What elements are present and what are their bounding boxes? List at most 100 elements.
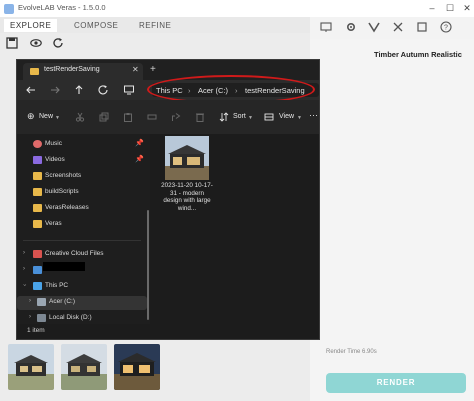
sidebar-item-veras[interactable]: Veras — [17, 218, 147, 232]
veras-toolbar — [0, 33, 80, 55]
sidebar-item-verasreleases[interactable]: VerasReleases — [17, 202, 147, 216]
music-folder-icon — [33, 140, 42, 148]
rename-icon[interactable] — [147, 112, 157, 122]
view-button[interactable]: View — [279, 113, 294, 120]
refresh-icon[interactable] — [97, 84, 109, 96]
save-icon[interactable] — [6, 37, 18, 49]
tab-explore[interactable]: EXPLORE — [4, 19, 58, 32]
close-tab-icon[interactable]: ✕ — [132, 65, 139, 74]
render-thumbnail[interactable] — [61, 344, 107, 390]
explorer-command-bar: ⊕ New ▼ Sort ▼ View ▼ ··· — [17, 100, 319, 135]
sort-icon — [219, 112, 229, 122]
cut-icon[interactable] — [75, 112, 85, 122]
eye-icon[interactable] — [30, 37, 42, 49]
divider — [23, 240, 141, 241]
render-time-label: Render Time 6.90s — [326, 349, 377, 355]
folder-icon — [30, 68, 39, 75]
folder-icon — [33, 188, 42, 196]
veras-logo-icon — [4, 4, 14, 14]
chevron-right-icon[interactable]: › — [23, 250, 25, 256]
new-button[interactable]: New — [39, 113, 53, 120]
maximize-icon[interactable]: ☐ — [443, 2, 457, 14]
render-thumbnail[interactable] — [114, 344, 160, 390]
file-thumbnail[interactable] — [165, 136, 209, 180]
this-pc-icon — [124, 85, 134, 95]
sidebar-item-label: Acer (C:) — [49, 298, 75, 305]
folder-icon — [33, 220, 42, 228]
status-bar: 1 item — [17, 324, 319, 339]
view-icon — [264, 113, 274, 121]
up-arrow-icon[interactable] — [73, 84, 85, 96]
sidebar-item-label: Videos — [45, 156, 65, 163]
render-thumbnail[interactable] — [8, 344, 54, 390]
render-button[interactable]: RENDER — [326, 373, 466, 393]
sidebar-item-label: buildScripts — [45, 188, 79, 195]
more-options-button[interactable]: ··· — [309, 110, 318, 120]
pin-icon[interactable]: 📌 — [135, 155, 144, 163]
sidebar-item-videos[interactable]: Videos 📌 — [17, 154, 147, 168]
file-list-pane: 2023-11-20 10-17-31 - modern design with… — [150, 134, 319, 324]
sidebar-item-buildscripts[interactable]: buildScripts — [17, 186, 147, 200]
folder-icon — [33, 204, 42, 212]
minimize-icon[interactable]: – — [425, 2, 439, 14]
veras-right-toolbar: ? — [310, 17, 474, 39]
file-name-label[interactable]: 2023-11-20 10-17-31 - modern design with… — [160, 182, 214, 212]
item-count: 1 item — [27, 327, 45, 334]
this-pc-icon — [33, 282, 42, 290]
sidebar-item-label: VerasReleases — [45, 204, 89, 211]
sidebar-item-acer-c[interactable]: › Acer (C:) — [17, 296, 147, 310]
sidebar-item-label: Screenshots — [45, 172, 82, 179]
monitor-icon[interactable] — [320, 21, 332, 33]
plus-icon: ⊕ — [27, 111, 35, 121]
pin-icon[interactable]: 📌 — [135, 139, 144, 147]
sidebar-item-screenshots[interactable]: Screenshots — [17, 170, 147, 184]
sidebar-item-music[interactable]: Music 📌 — [17, 138, 147, 152]
share-icon[interactable] — [171, 112, 181, 122]
tab-compose[interactable]: COMPOSE — [68, 19, 124, 32]
file-explorer-window: testRenderSaving ✕ + This PC › Acer (C:)… — [16, 59, 320, 340]
redacted-label — [43, 262, 85, 271]
creative-cloud-icon — [33, 250, 42, 258]
style-preset-title: Timber Autumn Realistic — [374, 50, 462, 59]
back-arrow-icon[interactable] — [25, 84, 37, 96]
explorer-address-row: This PC › Acer (C:) › testRenderSaving — [17, 75, 319, 104]
delete-icon[interactable] — [195, 112, 205, 122]
tools-icon[interactable] — [392, 21, 404, 33]
sidebar-item-label: This PC — [45, 282, 69, 289]
chevron-down-icon: ▼ — [248, 115, 253, 121]
refresh-icon[interactable] — [52, 37, 64, 49]
chevron-right-icon[interactable]: › — [29, 314, 31, 320]
veras-tab-bar: EXPLORE COMPOSE REFINE — [0, 17, 310, 33]
scrollbar[interactable] — [147, 210, 149, 320]
tab-refine[interactable]: REFINE — [133, 19, 177, 32]
sidebar-item-label: Local Disk (D:) — [49, 314, 92, 321]
forward-arrow-icon[interactable] — [49, 84, 61, 96]
folder-icon — [33, 172, 42, 180]
new-tab-icon[interactable]: + — [150, 64, 156, 75]
help-icon[interactable]: ? — [440, 21, 452, 33]
svg-text:?: ? — [444, 25, 448, 32]
navigation-pane: Music 📌 Videos 📌 Screenshots buildScript… — [17, 134, 150, 324]
sidebar-item-label: Music — [45, 140, 62, 147]
videos-folder-icon — [33, 156, 42, 164]
cloud-account-icon — [33, 266, 42, 274]
copy-icon[interactable] — [99, 112, 109, 122]
puzzle-icon[interactable] — [416, 21, 428, 33]
chevron-right-icon[interactable]: › — [23, 266, 25, 272]
paste-icon[interactable] — [123, 112, 133, 122]
veras-v-icon[interactable] — [368, 21, 380, 33]
sidebar-item-this-pc[interactable]: › This PC — [17, 280, 147, 294]
sort-button[interactable]: Sort — [233, 113, 246, 120]
gear-icon[interactable] — [345, 21, 357, 33]
veras-titlebar: EvolveLAB Veras - 1.5.0.0 – ☐ ✕ — [0, 0, 474, 17]
sidebar-item-label: Creative Cloud Files — [45, 250, 104, 257]
explorer-tab[interactable]: testRenderSaving ✕ — [23, 63, 143, 80]
chevron-down-icon[interactable]: › — [21, 284, 27, 286]
drive-icon — [37, 298, 46, 306]
chevron-right-icon[interactable]: › — [29, 298, 31, 304]
close-icon[interactable]: ✕ — [460, 2, 474, 14]
explorer-tab-title: testRenderSaving — [44, 66, 100, 73]
drive-icon — [37, 314, 46, 322]
sidebar-item-creative-cloud[interactable]: › Creative Cloud Files — [17, 248, 147, 262]
chevron-down-icon: ▼ — [297, 115, 302, 121]
